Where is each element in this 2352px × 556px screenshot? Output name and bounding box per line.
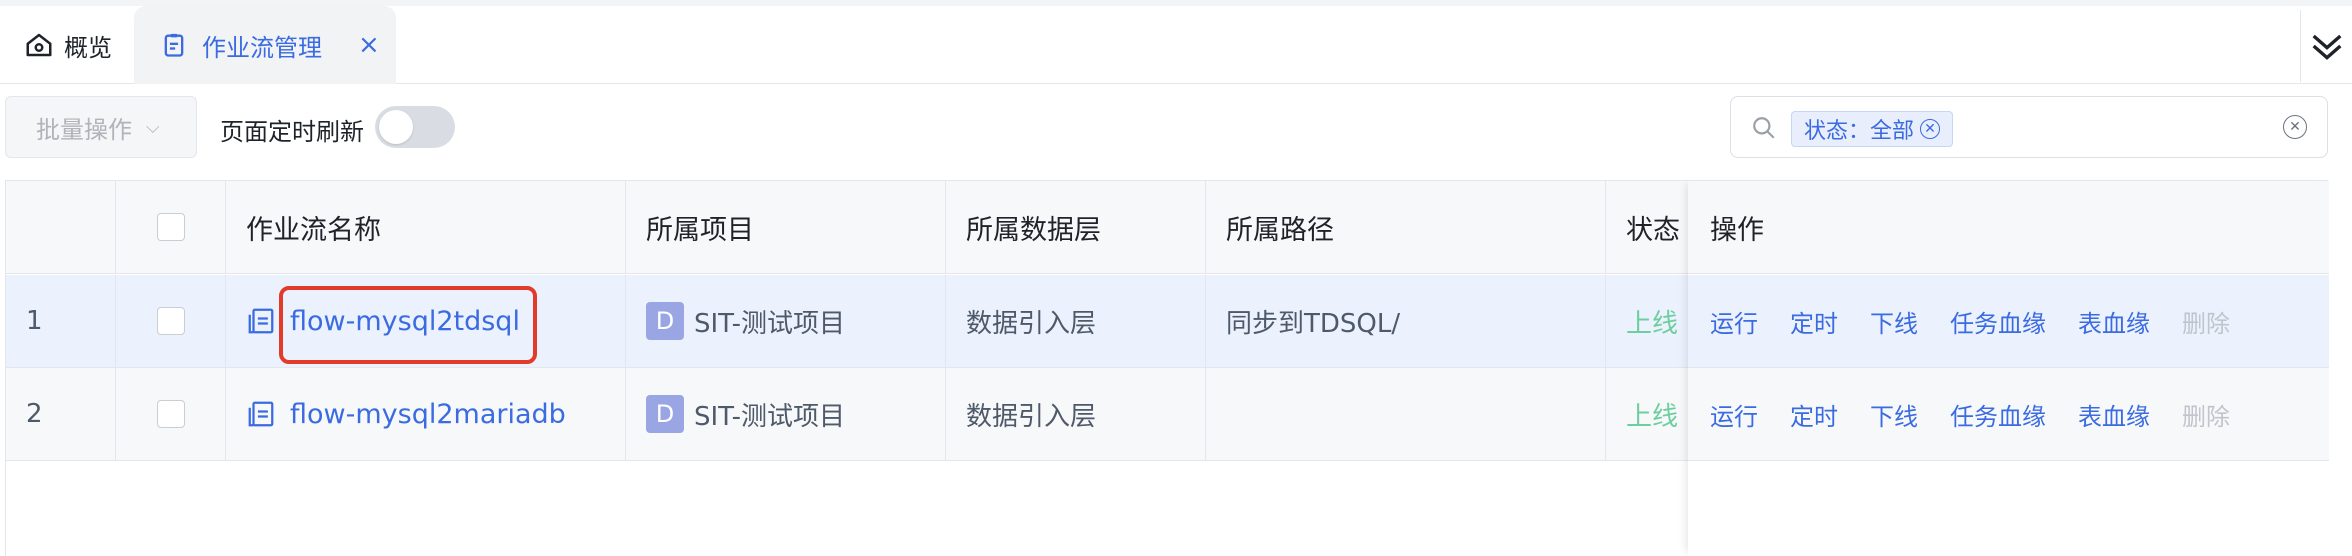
batch-operation-label: 批量操作 [36,115,132,144]
tab-overview[interactable]: 概览 [24,6,112,84]
project-cell: D SIT-测试项目 [626,275,946,367]
status-filter-tag[interactable]: 状态：全部 ✕ [1791,111,1954,147]
row-checkbox-cell [116,275,226,367]
clear-filter-icon[interactable]: ✕ [2283,115,2307,139]
project-name: SIT-测试项目 [694,308,846,339]
auto-refresh-toggle[interactable] [375,106,455,148]
status-filter-tag-label: 状态：全部 [1804,119,1915,144]
highlight-box [279,286,537,364]
schedule-link[interactable]: 定时 [1790,304,1838,339]
header-ops: 操作 [1688,181,2328,274]
row-index: 1 [6,275,116,367]
tab-bar: 概览 作业流管理 × [0,0,2352,84]
status-cell: 上线 [1626,308,1679,339]
task-lineage-link[interactable]: 任务血缘 [1950,397,2046,432]
row-checkbox[interactable] [156,400,185,428]
select-all-checkbox[interactable] [156,213,185,241]
workflow-name-link[interactable]: flow-mysql2mariadb [290,399,566,430]
header-layer[interactable]: 所属数据层 [946,181,1206,273]
tab-workflow-manage-label: 作业流管理 [202,33,322,62]
header-index [6,181,116,273]
collapse-tabs-button[interactable] [2300,10,2352,82]
header-checkbox-cell [116,181,226,273]
home-icon [26,33,52,57]
project-avatar: D [646,302,684,340]
tab-overview-label: 概览 [64,33,112,62]
close-icon[interactable]: × [358,32,380,58]
header-project[interactable]: 所属项目 [626,181,946,273]
ops-empty-area [1688,461,2328,556]
row-checkbox-cell [116,368,226,460]
project-avatar: D [646,395,684,433]
header-path[interactable]: 所属路径 [1206,181,1606,273]
schedule-link[interactable]: 定时 [1790,397,1838,432]
remove-tag-icon[interactable]: ✕ [1920,119,1941,139]
header-name[interactable]: 作业流名称 [226,181,626,273]
table-lineage-link[interactable]: 表血缘 [2078,397,2150,432]
delete-link: 删除 [2182,309,2230,338]
path-cell [1206,368,1606,460]
row-index: 2 [6,368,116,460]
project-name: SIT-测试项目 [694,401,846,432]
run-link[interactable]: 运行 [1710,397,1758,432]
workflow-icon [248,308,274,334]
auto-refresh-label: 页面定时刷新 [220,118,364,146]
offline-link[interactable]: 下线 [1870,304,1918,339]
ops-row: 运行 定时 下线 任务血缘 表血缘 删除 [1688,275,2328,368]
data-layer-cell: 数据引入层 [946,275,1206,367]
offline-link[interactable]: 下线 [1870,397,1918,432]
status-cell: 上线 [1626,401,1679,432]
operations-column: 操作 运行 定时 下线 任务血缘 表血缘 删除 运行 定时 下线 任务血缘 表血… [1688,180,2328,556]
table-lineage-link[interactable]: 表血缘 [2078,304,2150,339]
path-cell: 同步到TDSQL/ [1206,275,1606,367]
project-cell: D SIT-测试项目 [626,368,946,460]
task-lineage-link[interactable]: 任务血缘 [1950,304,2046,339]
workflow-name-cell: flow-mysql2mariadb [226,368,626,460]
tab-workflow-manage[interactable]: 作业流管理 × [134,6,396,84]
run-link[interactable]: 运行 [1710,304,1758,339]
delete-link: 删除 [2182,402,2230,431]
filter-search-box[interactable]: 状态：全部 ✕ ✕ [1730,96,2328,158]
batch-operation-button[interactable]: 批量操作 ⌵ [5,96,197,158]
double-chevron-down-icon [2312,34,2341,60]
clipboard-icon [164,33,184,57]
ops-row: 运行 定时 下线 任务血缘 表血缘 删除 [1688,368,2328,461]
row-checkbox[interactable] [156,307,185,335]
toolbar: 批量操作 ⌵ 页面定时刷新 状态：全部 ✕ ✕ [0,84,2352,180]
data-layer-cell: 数据引入层 [946,368,1206,460]
chevron-down-icon: ⌵ [146,116,160,138]
toggle-knob [379,110,413,144]
header-status[interactable]: 状态 [1606,181,1696,273]
workflow-icon [248,401,274,427]
search-icon [1753,117,1775,139]
